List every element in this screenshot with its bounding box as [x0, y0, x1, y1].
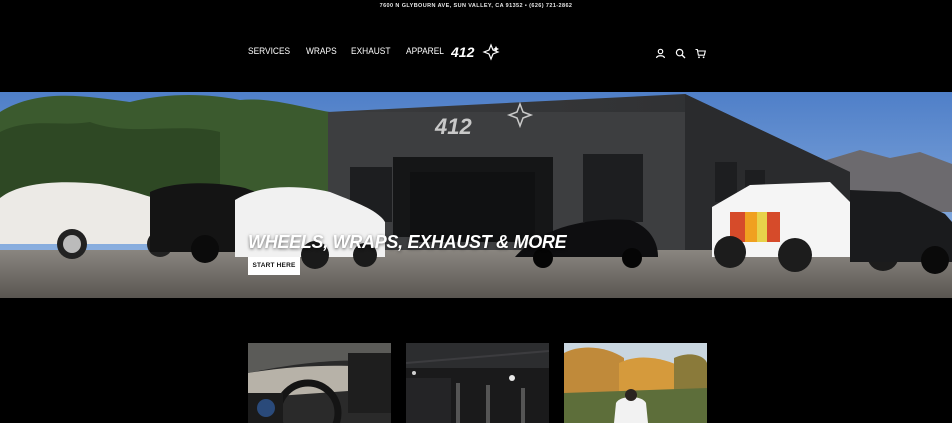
nav-services[interactable]: SERVICES: [248, 46, 290, 57]
start-here-button[interactable]: START HERE: [248, 257, 300, 275]
main-nav: SERVICES WRAPS EXHAUST APPAREL: [248, 46, 449, 57]
announcement-bar: 7600 N GLYBOURN AVE, SUN VALLEY, CA 9135…: [0, 0, 952, 13]
header-icons: [655, 46, 706, 59]
outdoor-card[interactable]: [564, 343, 707, 423]
hero-title: WHEELS, WRAPS, EXHAUST & MORE: [248, 232, 567, 252]
svg-text:412: 412: [434, 114, 472, 139]
logo-mark: 412: [450, 43, 500, 61]
site-header: SERVICES WRAPS EXHAUST APPAREL 412: [0, 13, 952, 92]
nav-apparel[interactable]: APPAREL: [406, 46, 444, 57]
nav-wraps[interactable]: WRAPS: [306, 46, 337, 57]
nav-exhaust[interactable]: EXHAUST: [351, 46, 390, 57]
hero-banner: 412 WHEELS, WRAPS, EXHAUST & MORE START …: [0, 92, 952, 298]
site-logo[interactable]: 412: [450, 43, 501, 61]
interior-image: [248, 343, 391, 423]
svg-text:412: 412: [451, 44, 475, 60]
account-icon[interactable]: [655, 46, 666, 59]
shop-image: [406, 343, 549, 423]
hero-image: 412: [0, 92, 952, 298]
interior-card[interactable]: [248, 343, 391, 423]
cart-icon[interactable]: [695, 46, 706, 59]
feature-cards: [248, 343, 707, 423]
announcement-text: 7600 N GLYBOURN AVE, SUN VALLEY, CA 9135…: [379, 3, 573, 9]
shop-card[interactable]: [406, 343, 549, 423]
search-icon[interactable]: [675, 46, 686, 59]
outdoor-image: [564, 343, 707, 423]
